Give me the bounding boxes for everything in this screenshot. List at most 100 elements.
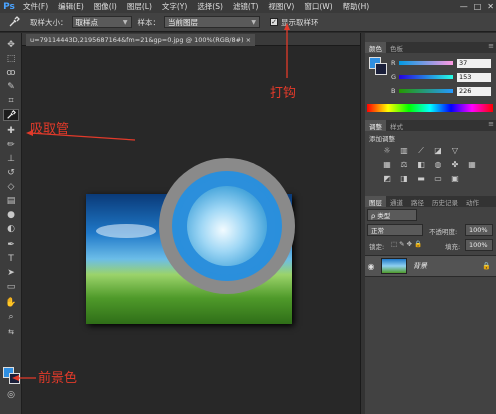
vibrance-icon[interactable]: ▽ — [449, 145, 461, 156]
invert-icon[interactable]: ◩ — [381, 173, 393, 184]
move-tool-icon[interactable]: ✥ — [3, 39, 19, 51]
tab-history[interactable]: 历史记录 — [428, 196, 462, 207]
eraser-tool-icon[interactable]: ◇ — [3, 181, 19, 193]
quick-select-tool-icon[interactable]: ✎ — [3, 81, 19, 93]
posterize-icon[interactable]: ◨ — [398, 173, 410, 184]
annotation-eyedropper: 吸取管 — [30, 122, 70, 137]
panel-menu-icon[interactable]: ≡ — [488, 120, 494, 128]
tab-color[interactable]: 颜色 — [365, 42, 386, 53]
red-value-input[interactable]: 37 — [457, 58, 491, 68]
background-color-swatch[interactable] — [9, 373, 20, 384]
dodge-tool-icon[interactable]: ◐ — [3, 223, 19, 235]
window-controls: — □ ✕ — [460, 0, 494, 13]
show-ring-checkbox[interactable]: ✓ — [270, 18, 278, 26]
color-lookup-icon[interactable]: ▦ — [466, 159, 478, 170]
close-button[interactable]: ✕ — [487, 2, 494, 11]
lock-label: 锁定: — [369, 243, 385, 251]
photoshop-logo: Ps — [3, 1, 15, 12]
panel-menu-icon[interactable]: ≡ — [488, 42, 494, 50]
red-slider-track[interactable] — [399, 61, 453, 65]
swap-colors-icon[interactable]: ⇆ — [3, 327, 19, 337]
hand-tool-icon[interactable]: ✋ — [3, 297, 19, 309]
quick-mask-icon[interactable]: ◎ — [3, 389, 19, 401]
chevron-down-icon: ▼ — [122, 18, 128, 26]
threshold-icon[interactable]: ▬ — [415, 173, 427, 184]
path-select-tool-icon[interactable]: ➤ — [3, 267, 19, 279]
canvas-area[interactable] — [22, 46, 360, 414]
eyedropper-icon[interactable] — [4, 15, 24, 30]
menu-type[interactable]: 文字(Y) — [157, 1, 192, 12]
eyedropper-tool-icon[interactable] — [3, 109, 19, 121]
blue-slider-track[interactable] — [399, 89, 453, 93]
slider-red[interactable]: R 37 — [391, 58, 495, 68]
pen-tool-icon[interactable]: ✒ — [3, 239, 19, 251]
blur-tool-icon[interactable]: ● — [3, 209, 19, 221]
lock-icon: 🔒 — [482, 262, 491, 270]
shape-tool-icon[interactable]: ▭ — [3, 281, 19, 293]
curves-icon[interactable]: ⟋ — [415, 145, 427, 156]
zoom-tool-icon[interactable]: ⌕ — [3, 311, 19, 323]
gradient-map-icon[interactable]: ▭ — [432, 173, 444, 184]
menu-file[interactable]: 文件(F) — [18, 1, 53, 12]
tab-paths[interactable]: 路径 — [407, 196, 428, 207]
brush-tool-icon[interactable]: ✏ — [3, 139, 19, 151]
sample-size-label: 取样大小： — [30, 17, 68, 27]
panel-collapse-strip[interactable] — [361, 33, 365, 414]
menu-select[interactable]: 选择(S) — [192, 1, 228, 12]
color-spectrum-bar[interactable] — [367, 104, 493, 112]
layer-name[interactable]: 背景 — [413, 261, 482, 271]
channel-mixer-icon[interactable]: ✤ — [449, 159, 461, 170]
brightness-icon[interactable]: ☼ — [381, 145, 393, 156]
layer-row[interactable]: ◉ 背景 🔒 — [365, 255, 496, 277]
tab-styles[interactable]: 样式 — [386, 120, 407, 131]
gradient-tool-icon[interactable]: ▤ — [3, 195, 19, 207]
fill-input[interactable]: 100% — [465, 239, 493, 251]
sample-select[interactable]: 当前图层 ▼ — [164, 16, 260, 28]
tab-swatches[interactable]: 色板 — [386, 42, 407, 53]
document-tab-bar: u=79114443D,2195687164&fm=21&gp=0.jpg @ … — [22, 33, 360, 46]
tab-channels[interactable]: 通道 — [386, 196, 407, 207]
green-value-input[interactable]: 153 — [457, 72, 491, 82]
opacity-input[interactable]: 100% — [465, 224, 493, 236]
layer-kind-filter[interactable]: ρ 类型 — [367, 209, 417, 221]
tab-actions[interactable]: 动作 — [462, 196, 483, 207]
color-balance-icon[interactable]: ⚖ — [398, 159, 410, 170]
visibility-eye-icon[interactable]: ◉ — [365, 262, 377, 271]
marquee-tool-icon[interactable]: ⬚ — [3, 53, 19, 65]
hue-saturation-icon[interactable]: ▦ — [381, 159, 393, 170]
blend-mode-select[interactable]: 正常 — [367, 224, 423, 236]
history-brush-tool-icon[interactable]: ↺ — [3, 167, 19, 179]
clone-stamp-tool-icon[interactable]: ⊥ — [3, 153, 19, 165]
black-white-icon[interactable]: ◧ — [415, 159, 427, 170]
crop-tool-icon[interactable]: ⌗ — [3, 95, 19, 107]
color-background-swatch[interactable] — [375, 63, 387, 75]
menu-filter[interactable]: 滤镜(T) — [228, 1, 263, 12]
green-slider-track[interactable] — [399, 75, 453, 79]
minimize-button[interactable]: — — [460, 2, 468, 11]
type-tool-icon[interactable]: T — [3, 253, 19, 265]
lasso-tool-icon[interactable]: ꝏ — [3, 67, 19, 79]
document-tab[interactable]: u=79114443D,2195687164&fm=21&gp=0.jpg @ … — [26, 34, 256, 46]
sample-size-select[interactable]: 取样点 ▼ — [71, 16, 132, 28]
layer-thumbnail — [381, 258, 407, 274]
menu-edit[interactable]: 编辑(E) — [53, 1, 89, 12]
blue-value-input[interactable]: 226 — [457, 86, 491, 96]
lock-icons[interactable]: ⬚✎✥🔒 — [391, 240, 424, 248]
menu-help[interactable]: 帮助(H) — [338, 1, 375, 12]
menu-layer[interactable]: 图层(L) — [122, 1, 157, 12]
selective-color-icon[interactable]: ▣ — [449, 173, 461, 184]
exposure-icon[interactable]: ◪ — [432, 145, 444, 156]
sample-value: 当前图层 — [168, 17, 198, 27]
menu-view[interactable]: 视图(V) — [263, 1, 299, 12]
maximize-button[interactable]: □ — [474, 2, 482, 11]
photo-filter-icon[interactable]: ◍ — [432, 159, 444, 170]
slider-green[interactable]: G 153 — [391, 72, 495, 82]
menu-image[interactable]: 图像(I) — [89, 1, 122, 12]
levels-icon[interactable]: ▥ — [398, 145, 410, 156]
healing-brush-tool-icon[interactable]: ✚ — [3, 125, 19, 137]
slider-blue[interactable]: B 226 — [391, 86, 495, 96]
tab-adjustments[interactable]: 调整 — [365, 120, 386, 131]
adjustments-panel-tabs: 调整 样式 ≡ — [365, 120, 496, 131]
menu-window[interactable]: 窗口(W) — [299, 1, 337, 12]
tab-layers[interactable]: 图层 — [365, 196, 386, 207]
